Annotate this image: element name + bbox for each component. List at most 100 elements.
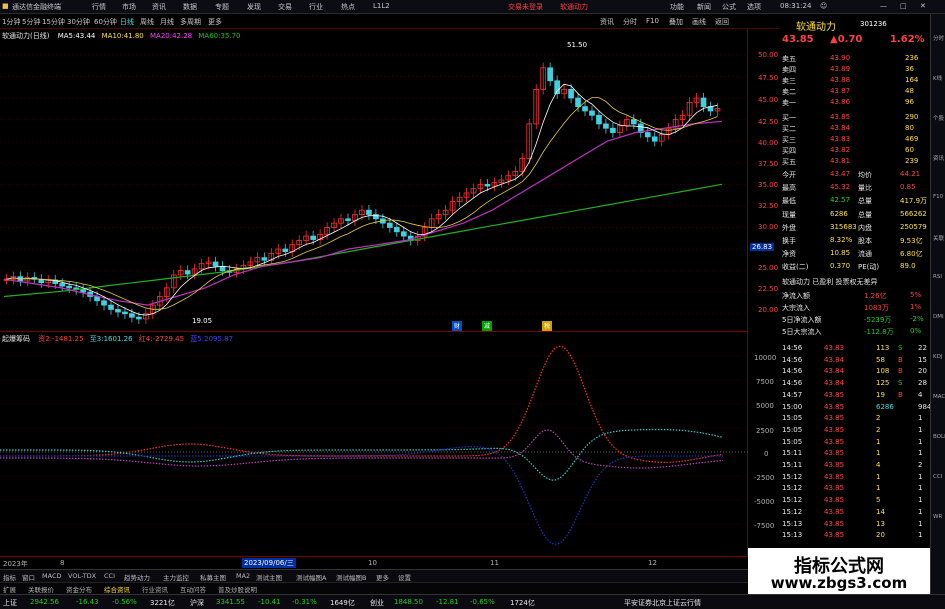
ind-tab[interactable]: 测试幅图A bbox=[296, 572, 326, 582]
sidebar-item[interactable]: 资讯 bbox=[933, 154, 944, 162]
event-marker-finance[interactable]: 财 bbox=[452, 321, 462, 331]
ind-tab[interactable]: 设置 bbox=[398, 572, 411, 582]
sidebar-item[interactable]: WR bbox=[933, 514, 942, 520]
period-tab[interactable]: 15分钟 bbox=[42, 17, 65, 27]
toolbar-btn[interactable]: 叠加 bbox=[669, 17, 683, 27]
flow-row: 大宗流入 1083万 1% bbox=[780, 302, 930, 313]
menu-item-hot[interactable]: 热点 bbox=[341, 2, 355, 12]
tick-count: 20 bbox=[918, 367, 927, 376]
bid-vol: 80 bbox=[905, 124, 914, 132]
watermark-url: www.zbgs3.com bbox=[770, 574, 908, 592]
ind-tab[interactable]: 主力监控 bbox=[163, 572, 189, 582]
ind-tab[interactable]: 私募主图 bbox=[200, 572, 226, 582]
flow-label: 大宗流入 bbox=[782, 304, 810, 312]
menu-item-trade[interactable]: 交易 bbox=[278, 2, 292, 12]
toolbar-btn[interactable]: 分时 bbox=[623, 17, 637, 27]
indicator-panel[interactable]: 起爆筹码 资2:-1481.25 至3:1601.26 红4:-2729.45 … bbox=[0, 331, 748, 556]
minimize-icon[interactable]: — bbox=[880, 2, 887, 10]
sidebar-item[interactable]: CCI bbox=[933, 474, 942, 480]
ind-tab[interactable]: 测试幅图B bbox=[336, 572, 366, 582]
sidebar-item[interactable]: BOLL bbox=[933, 434, 945, 440]
ext-tab[interactable]: 扩展 bbox=[3, 584, 16, 594]
tick-price: 43.85 bbox=[824, 425, 845, 434]
flow-value: 1083万 bbox=[864, 304, 889, 312]
sidebar-item[interactable]: KDJ bbox=[933, 354, 942, 360]
ind-tab[interactable]: CCI bbox=[104, 572, 115, 580]
event-marker-tax[interactable]: 税 bbox=[542, 321, 552, 331]
candle-body bbox=[596, 114, 602, 125]
period-tab[interactable]: 1分钟 bbox=[2, 17, 20, 27]
period-tab[interactable]: 周线 bbox=[140, 17, 154, 27]
ind-tab[interactable]: VOL-TDX bbox=[68, 572, 96, 580]
flow-row: 5日净流入额 -5239万 -2% bbox=[780, 314, 930, 325]
toolbar-btn[interactable]: 返回 bbox=[715, 17, 729, 27]
ind-tab[interactable]: 指标 bbox=[3, 572, 16, 582]
sidebar-item[interactable]: K线 bbox=[933, 74, 942, 82]
toolbar-btn[interactable]: 资讯 bbox=[600, 17, 614, 27]
menu-item-topics[interactable]: 专题 bbox=[215, 2, 229, 12]
toolbar-btn[interactable]: 画线 bbox=[692, 17, 706, 27]
period-tab[interactable]: 多周期 bbox=[180, 17, 201, 27]
stat-label: 净资 bbox=[782, 250, 796, 259]
tick-count: 1 bbox=[918, 414, 923, 423]
sidebar-item[interactable]: 分时 bbox=[933, 34, 944, 42]
tick-count: 1 bbox=[918, 472, 923, 481]
event-marker-reduce[interactable]: 减 bbox=[482, 321, 492, 331]
stat-label: 换手 bbox=[782, 237, 796, 245]
sidebar-item[interactable]: DMI bbox=[933, 314, 944, 320]
menu-item-quotes[interactable]: 行情 bbox=[92, 2, 106, 12]
menu-item-industry[interactable]: 行业 bbox=[309, 2, 323, 12]
menu-item-news[interactable]: 资讯 bbox=[152, 2, 166, 12]
period-tab[interactable]: 月线 bbox=[160, 17, 174, 27]
ind-tab[interactable]: MA2 bbox=[236, 572, 250, 580]
ext-tab[interactable]: 资金分布 bbox=[66, 584, 92, 594]
menu-item-discover[interactable]: 发现 bbox=[247, 2, 261, 12]
ind-tab[interactable]: MACD bbox=[42, 572, 61, 580]
sidebar-item[interactable]: F10 bbox=[933, 194, 943, 200]
menu-item-formula[interactable]: 公式 bbox=[722, 2, 736, 12]
tick-vol: 14 bbox=[876, 507, 885, 516]
sidebar-item[interactable]: RSI bbox=[933, 274, 942, 280]
ask-price: 43.88 bbox=[830, 76, 851, 84]
ext-tab[interactable]: 综合资讯 bbox=[104, 584, 130, 594]
price-tick: 25.00 bbox=[758, 264, 779, 272]
user-icon[interactable]: ☺ bbox=[820, 2, 827, 10]
server-status[interactable]: 平安证券北京上证云行情 bbox=[624, 598, 701, 608]
period-tab-active[interactable]: 日线 bbox=[120, 17, 134, 27]
menu-item-l1l2[interactable]: L1L2 bbox=[373, 2, 390, 10]
period-tab[interactable]: 60分钟 bbox=[94, 17, 117, 27]
login-status[interactable]: 交易未登录 bbox=[508, 2, 543, 12]
maximize-icon[interactable]: □ bbox=[900, 2, 907, 10]
ext-tab[interactable]: 互动问答 bbox=[180, 584, 206, 594]
price-tick: 50.00 bbox=[758, 51, 779, 59]
sidebar-item[interactable]: 关联 bbox=[933, 234, 944, 242]
ext-tab[interactable]: 行业资讯 bbox=[142, 584, 168, 594]
menu-item-newsfeed[interactable]: 新闻 bbox=[697, 2, 711, 12]
ind-tab[interactable]: 趋势动力 bbox=[124, 572, 150, 582]
bid-label: 买五 bbox=[782, 158, 796, 166]
low-marker: 19.05 bbox=[192, 317, 213, 325]
kline-chart[interactable]: 软通动力(日线) MA5:43.44 MA10:41.80 MA20:42.28… bbox=[0, 29, 748, 331]
sidebar-item[interactable]: 个股 bbox=[933, 114, 944, 122]
menu-item-data[interactable]: 数据 bbox=[183, 2, 197, 12]
ma-line-ma60 bbox=[3, 183, 723, 298]
ext-tab[interactable]: 普及炒股说明 bbox=[218, 584, 257, 594]
toolbar-btn[interactable]: F10 bbox=[646, 17, 659, 25]
sz-price: 3341.55 bbox=[216, 598, 245, 606]
period-tab[interactable]: 30分钟 bbox=[67, 17, 90, 27]
close-icon[interactable]: ✕ bbox=[920, 2, 926, 10]
period-tab[interactable]: 5分钟 bbox=[22, 17, 40, 27]
ind-tab[interactable]: 窗口 bbox=[22, 572, 35, 582]
ind-tick: 5000 bbox=[756, 402, 774, 410]
clock: 08:31:24 bbox=[780, 2, 812, 10]
candle-body bbox=[219, 265, 226, 272]
menu-item-market[interactable]: 市场 bbox=[122, 2, 136, 12]
title-stock-name: 软通动力 bbox=[560, 3, 588, 11]
ind-tab[interactable]: 测试主图 bbox=[256, 572, 282, 582]
ind-tab[interactable]: 更多 bbox=[376, 572, 389, 582]
ext-tab[interactable]: 关联报价 bbox=[28, 584, 54, 594]
menu-item-options[interactable]: 选项 bbox=[747, 2, 761, 12]
menu-item-functions[interactable]: 功能 bbox=[670, 2, 684, 12]
period-tab[interactable]: 更多 bbox=[208, 17, 222, 27]
sidebar-item[interactable]: MACD bbox=[933, 394, 945, 400]
